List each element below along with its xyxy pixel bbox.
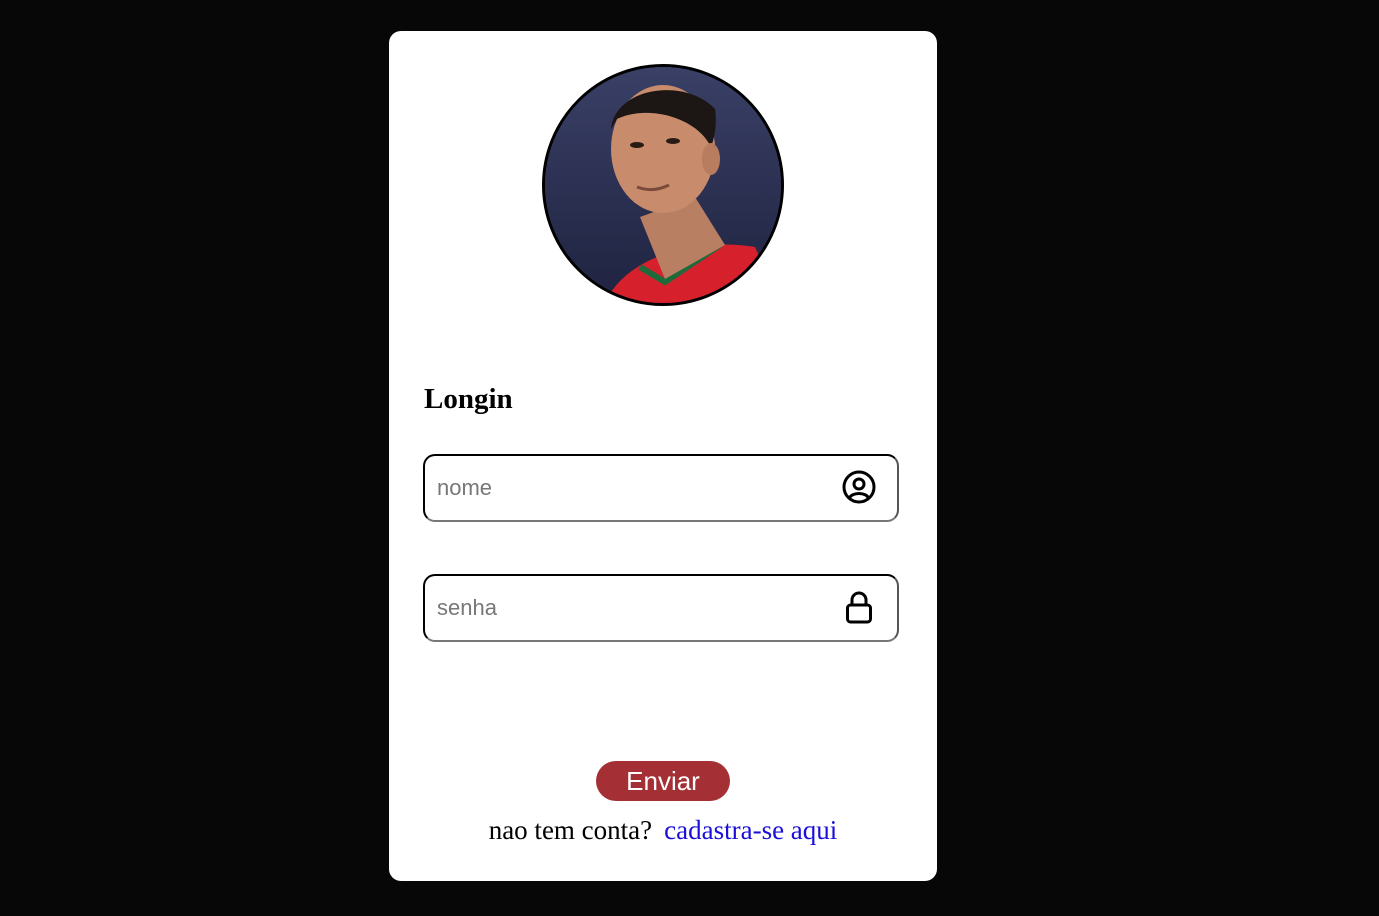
login-card: Longin Enviar nao tem conta? cadastra-se …	[389, 31, 937, 881]
signup-prompt: nao tem conta?	[488, 815, 653, 845]
user-circle-icon	[842, 470, 876, 504]
profile-avatar	[542, 64, 784, 306]
login-title: Longin	[424, 383, 513, 415]
signup-row: nao tem conta? cadastra-se aqui	[389, 815, 937, 846]
password-input[interactable]	[425, 576, 837, 640]
submit-button[interactable]: Enviar	[596, 761, 730, 801]
signup-link[interactable]: cadastra-se aqui	[664, 815, 837, 845]
avatar-photo	[545, 67, 781, 303]
username-field	[423, 454, 899, 522]
username-input[interactable]	[425, 456, 837, 520]
lock-icon	[846, 591, 872, 624]
password-field	[423, 574, 899, 642]
